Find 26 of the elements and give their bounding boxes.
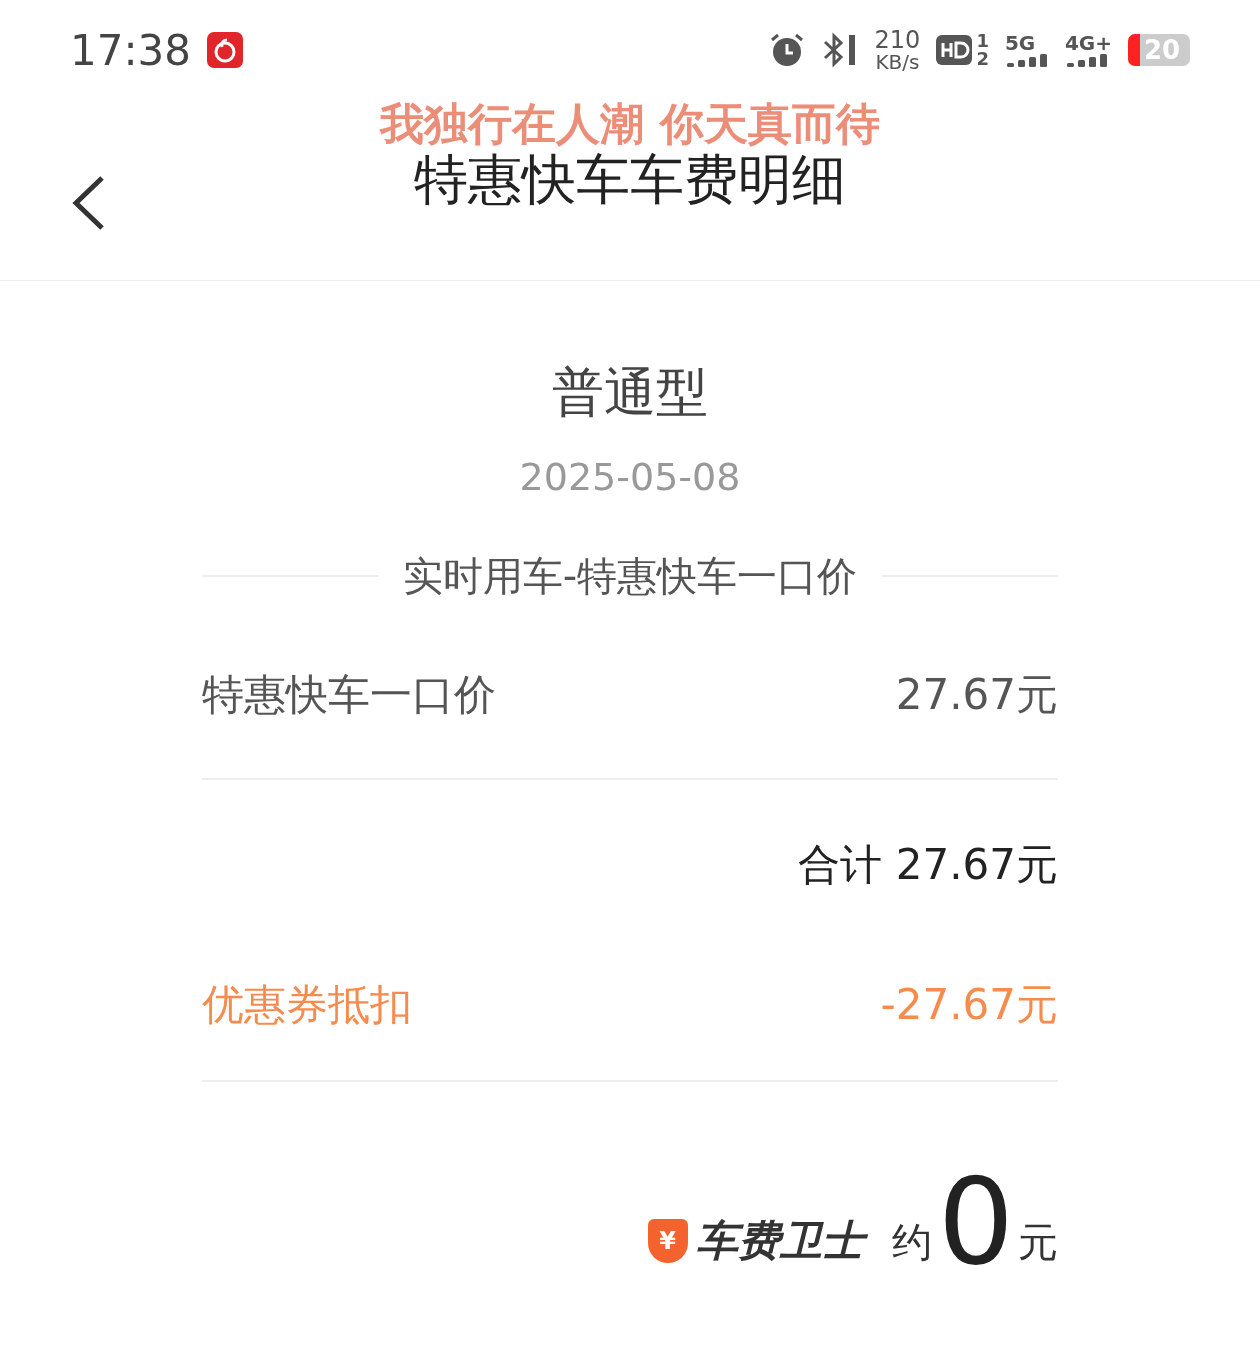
speed-unit: KB/s <box>875 52 920 72</box>
estimate-amount: 0 <box>937 1162 1014 1282</box>
currency-unit: 元 <box>1018 1218 1058 1267</box>
speed-value: 210 <box>874 28 921 52</box>
fee-amount: -27.67元 <box>880 978 1058 1031</box>
network-type: 4G+ <box>1064 33 1112 53</box>
hd-icon <box>936 35 973 65</box>
signal-icon <box>1004 53 1049 67</box>
estimate-prefix: 约 <box>891 1218 932 1267</box>
page-title: 特惠快车车费明细 <box>414 148 846 214</box>
lyric-text: 我独行在人潮 你天真而待 <box>380 100 880 149</box>
clock-time: 17:38 <box>70 24 192 77</box>
alarm-icon <box>768 32 805 68</box>
sim-number: 1 <box>976 32 989 50</box>
section-title: 实时用车-特惠快车一口价 <box>402 552 858 601</box>
fee-label: 特惠快车一口价 <box>202 668 496 721</box>
shield-icon: ¥ <box>647 1218 688 1263</box>
signal-icon <box>1064 53 1109 67</box>
music-app-icon <box>207 32 244 68</box>
trip-date: 2025-05-08 <box>519 454 741 501</box>
network-type: 5G <box>1004 33 1036 53</box>
sim-number: 2 <box>976 50 989 68</box>
fee-label: 优惠券抵扣 <box>202 978 412 1031</box>
total-amount: 合计 27.67元 <box>798 838 1058 891</box>
car-type: 普通型 <box>552 361 708 424</box>
fee-amount: 27.67元 <box>895 668 1058 721</box>
